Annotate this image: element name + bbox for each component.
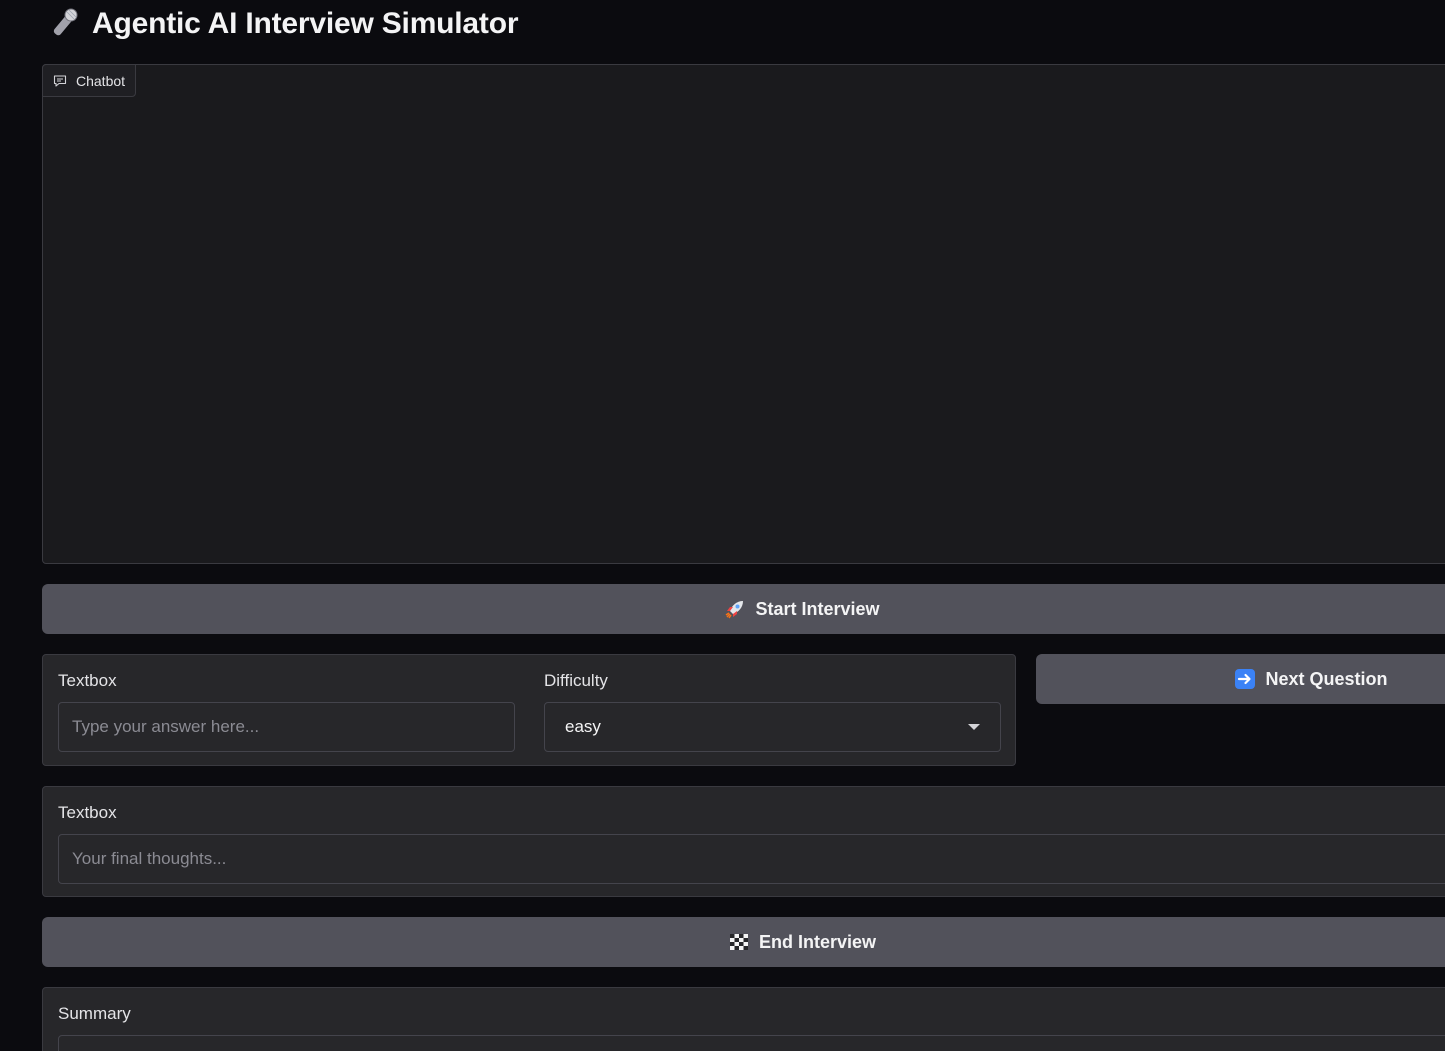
next-question-label: Next Question [1265, 668, 1388, 689]
start-interview-button[interactable]: Start Interview [42, 584, 1445, 634]
answer-label: Textbox [58, 671, 117, 690]
start-interview-label: Start Interview [755, 598, 880, 619]
final-thoughts-panel: Textbox [42, 786, 1445, 897]
next-question-button[interactable]: Next Question [1036, 654, 1445, 704]
answer-difficulty-panel: Textbox Difficulty easy [42, 654, 1016, 766]
difficulty-selected-value: easy [565, 717, 601, 736]
microphone-icon [53, 8, 78, 36]
end-interview-label: End Interview [758, 931, 877, 952]
summary-output[interactable] [58, 1035, 1445, 1051]
right-arrow-icon [1235, 669, 1256, 689]
checkered-flag-icon [729, 934, 748, 950]
summary-panel: Summary [42, 987, 1445, 1051]
page-title-text: Agentic AI Interview Simulator [92, 7, 519, 40]
chat-bubble-icon [53, 74, 67, 87]
difficulty-label: Difficulty [544, 671, 608, 690]
chatbot-label-text: Chatbot [76, 72, 126, 89]
chatbot-panel[interactable]: Chatbot [42, 64, 1445, 564]
final-thoughts-label: Textbox [58, 803, 117, 822]
chatbot-label: Chatbot [42, 64, 137, 97]
rocket-icon [726, 601, 744, 619]
final-thoughts-input[interactable] [58, 834, 1445, 884]
summary-label: Summary [58, 1004, 131, 1023]
chevron-down-icon [968, 724, 980, 730]
app-root: Agentic AI Interview Simulator Chatbot S… [0, 0, 1445, 1051]
end-interview-button[interactable]: End Interview [42, 917, 1445, 967]
difficulty-select[interactable]: easy [544, 702, 1001, 752]
answer-input[interactable] [58, 702, 515, 752]
page-title: Agentic AI Interview Simulator [46, 4, 519, 44]
